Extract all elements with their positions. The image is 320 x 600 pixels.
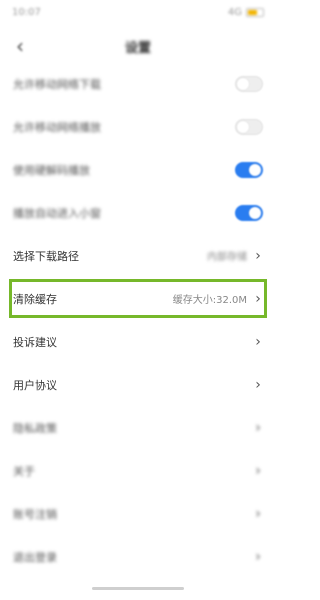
setting-label: 退出登录 <box>13 550 57 564</box>
setting-label: 使用硬解码播放 <box>13 163 90 177</box>
toggle-switch[interactable] <box>235 204 263 221</box>
setting-row-about[interactable]: 关于 › <box>0 449 276 492</box>
chevron-right-icon: › <box>255 247 261 264</box>
setting-label: 允许移动网络下载 <box>13 77 101 91</box>
chevron-right-icon: › <box>255 376 261 393</box>
setting-label: 隐私政策 <box>13 421 57 435</box>
setting-label: 清除缓存 <box>13 292 57 306</box>
toggle-switch[interactable] <box>235 75 263 92</box>
chevron-right-icon: › <box>255 505 261 522</box>
setting-row-user-agreement[interactable]: 用户协议 › <box>0 363 276 406</box>
status-icons: 4G <box>228 7 264 18</box>
setting-row-feedback[interactable]: 投诉建议 › <box>0 320 276 363</box>
chevron-right-icon: › <box>255 419 261 436</box>
setting-row-mobile-play[interactable]: 允许移动网络播放 <box>0 105 276 148</box>
setting-row-download-path[interactable]: 选择下载路径 内部存储 › <box>0 234 276 277</box>
cache-size-value: 缓存大小:32.0M <box>172 295 247 306</box>
setting-row-pip[interactable]: 播放自动进入小窗 <box>0 191 276 234</box>
setting-right: 缓存大小:32.0M › <box>173 291 263 307</box>
setting-right: 内部存储 › <box>207 248 263 264</box>
setting-value: 内部存储 <box>207 252 247 263</box>
setting-label: 关于 <box>13 464 35 478</box>
status-time: 10:07 <box>12 6 41 18</box>
setting-label: 播放自动进入小窗 <box>13 206 101 220</box>
setting-label: 账号注销 <box>13 507 57 521</box>
setting-row-account-cancel[interactable]: 账号注销 › <box>0 492 276 535</box>
status-bar: 10:07 4G <box>0 0 276 24</box>
chevron-right-icon: › <box>255 462 261 479</box>
setting-row-privacy[interactable]: 隐私政策 › <box>0 406 276 449</box>
home-indicator[interactable] <box>92 587 184 590</box>
toggle-switch[interactable] <box>235 161 263 178</box>
setting-row-logout[interactable]: 退出登录 › <box>0 535 276 578</box>
setting-row-hw-decode[interactable]: 使用硬解码播放 <box>0 148 276 191</box>
toggle-switch[interactable] <box>235 118 263 135</box>
chevron-right-icon: › <box>255 290 261 307</box>
setting-label: 用户协议 <box>13 378 57 392</box>
page-title: 设置 <box>124 40 151 56</box>
signal-icon: 4G <box>227 6 242 18</box>
setting-label: 投诉建议 <box>13 335 57 349</box>
setting-label: 选择下载路径 <box>13 249 79 263</box>
settings-list: 允许移动网络下载 允许移动网络播放 使用硬解码播放 播放自动进入小窗 选择下载路… <box>0 62 276 578</box>
setting-row-mobile-download[interactable]: 允许移动网络下载 <box>0 62 276 105</box>
chevron-right-icon: › <box>255 548 261 565</box>
battery-icon <box>246 7 264 17</box>
setting-label: 允许移动网络播放 <box>13 120 101 134</box>
setting-row-clear-cache[interactable]: 清除缓存 缓存大小:32.0M › <box>0 277 276 320</box>
chevron-right-icon: › <box>255 333 261 350</box>
